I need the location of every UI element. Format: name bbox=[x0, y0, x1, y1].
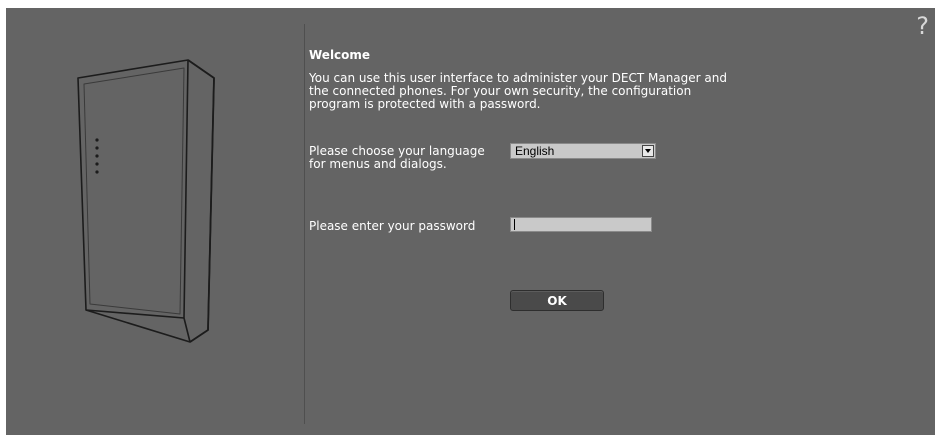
welcome-text: You can use this user interface to admin… bbox=[309, 71, 727, 111]
password-field[interactable] bbox=[510, 217, 652, 232]
help-icon[interactable]: ? bbox=[916, 14, 929, 38]
welcome-section: Welcome You can use this user interface … bbox=[309, 48, 729, 111]
dect-manager-device-illustration bbox=[77, 59, 215, 343]
ok-button[interactable]: OK bbox=[510, 290, 604, 311]
password-label: Please enter your password bbox=[309, 219, 476, 233]
welcome-title: Welcome bbox=[309, 48, 371, 62]
vertical-divider bbox=[304, 24, 305, 424]
chevron-down-icon[interactable] bbox=[642, 145, 654, 157]
language-selected-value: English bbox=[515, 144, 555, 158]
language-select[interactable]: English bbox=[510, 143, 656, 159]
language-label: Please choose your language for menus an… bbox=[309, 144, 485, 171]
text-cursor bbox=[514, 219, 515, 230]
